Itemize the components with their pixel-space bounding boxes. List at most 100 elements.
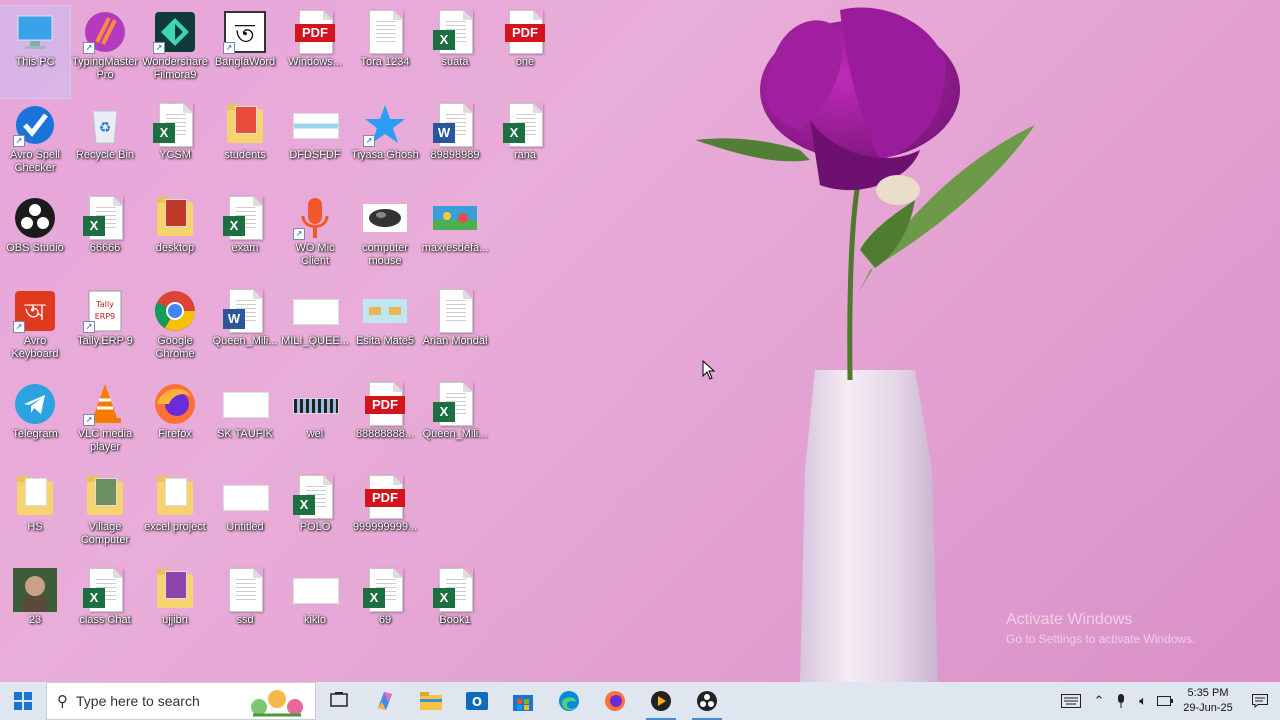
shortcut-arrow-icon: ↗ — [363, 135, 375, 147]
speaker-icon[interactable]: 🔈︎ — [1132, 682, 1154, 720]
windows-logo-icon — [14, 692, 32, 710]
taskbar-media-player[interactable] — [638, 682, 684, 720]
folder-icon — [153, 196, 197, 240]
dfdsfdf-file[interactable]: DFDSFDF — [280, 99, 350, 191]
taskbar-copilot[interactable] — [362, 682, 408, 720]
filmora9-shortcut[interactable]: ↗ Wondershare Filmora9 — [140, 6, 210, 98]
class-chat-file[interactable]: X class Chat — [70, 564, 140, 656]
chat-bubble-icon — [1252, 694, 1268, 708]
students-folder[interactable]: students — [210, 99, 280, 191]
queen-mili-excel-file[interactable]: X Queen_Mili... — [420, 378, 490, 470]
task-view-icon — [330, 692, 348, 707]
tally-erp9-shortcut[interactable]: Tally ERP9 ↗ Tally.ERP 9 — [70, 285, 140, 377]
recycle-bin[interactable]: ♻ Recycle Bin — [70, 99, 140, 191]
one-pdf-file[interactable]: PDF one — [490, 6, 560, 98]
task-view-button[interactable] — [316, 682, 362, 720]
village-computer-folder[interactable]: Village Computer — [70, 471, 140, 563]
taskbar-clock[interactable]: 5:35 PM 29-Jun-25 — [1176, 686, 1240, 716]
battery-icon[interactable] — [1154, 682, 1176, 720]
image-thumbnail-icon — [363, 289, 407, 333]
excel-project-folder[interactable]: excel project — [140, 471, 210, 563]
ssd-text-file[interactable]: ssd — [210, 564, 280, 656]
excel-file-icon: X — [223, 196, 267, 240]
excel-file-icon: X — [153, 103, 197, 147]
icon-label: computer mouse — [362, 242, 408, 267]
keyboard-layout-icon[interactable] — [1054, 682, 1088, 720]
desktop[interactable]: This PC ↗ Avro Spell Checker OBS Studio … — [0, 0, 1280, 682]
queen-mili-word-file[interactable]: W Queen_Mili... — [210, 285, 280, 377]
excel-file-icon: X — [83, 568, 127, 612]
folder-icon — [13, 475, 57, 519]
chevron-up-icon[interactable]: ⌃ — [1088, 682, 1110, 720]
windows-pdf-file[interactable]: PDF Windows... — [280, 6, 350, 98]
taskbar-search-box[interactable]: ⚲ Type here to search — [46, 682, 316, 720]
taskbar-file-explorer[interactable] — [408, 682, 454, 720]
sk-taufik-file[interactable]: SK TAUFIK — [210, 378, 280, 470]
excel-69-file[interactable]: X 69 — [350, 564, 420, 656]
typingmaster-pro-shortcut[interactable]: ↗ TypingMaster Pro — [70, 6, 140, 98]
tora-1234-file[interactable]: Tora 1234 — [350, 6, 420, 98]
icon-label: POLO — [299, 521, 331, 533]
ycsm-file[interactable]: X YCSM — [140, 99, 210, 191]
notification-center-button[interactable] — [1240, 682, 1280, 720]
kiklo-file[interactable]: kiklo — [280, 564, 350, 656]
shortcut-arrow-icon: ↗ — [223, 42, 235, 54]
this-pc-shortcut[interactable]: This PC — [0, 5, 71, 99]
word-89898989-file[interactable]: W 89898989 — [420, 99, 490, 191]
icon-label: rana — [513, 149, 537, 161]
icon-label: YCSM — [159, 149, 191, 161]
taskbar-firefox[interactable] — [592, 682, 638, 720]
maxresdefault-file[interactable]: maxresdefa... — [420, 192, 490, 284]
pdf-88888888-file[interactable]: PDF 88888888... — [350, 378, 420, 470]
desktop-folder[interactable]: desktop — [140, 192, 210, 284]
photo-thumbnail-icon — [13, 568, 57, 612]
svg-text:ERP9: ERP9 — [95, 312, 116, 321]
exam-file[interactable]: X exam — [210, 192, 280, 284]
icon-label: DFDSFDF — [289, 149, 341, 161]
shortcut-arrow-icon: ↗ — [153, 42, 165, 54]
icon-label: 66666 — [89, 242, 121, 254]
banglaword-shortcut[interactable]: ত ↗ BanglaWord — [210, 6, 280, 98]
excel-66666-file[interactable]: X 66666 — [70, 192, 140, 284]
avro-spell-checker-shortcut[interactable]: ↗ Avro Spell Checker — [0, 99, 70, 191]
icon-label: OBS Studio — [6, 242, 64, 254]
text-file-icon — [363, 10, 407, 54]
vlc-shortcut[interactable]: ↗ VLC media player — [70, 378, 140, 470]
wo-mic-client-shortcut[interactable]: ↗ WO Mic Client — [280, 192, 350, 284]
polo-file[interactable]: X POLO — [280, 471, 350, 563]
taskbar-obs-studio[interactable] — [684, 682, 730, 720]
pdf-file-icon: PDF — [503, 10, 547, 54]
text-file-icon — [223, 568, 267, 612]
tiyasa-ghosh-shortcut[interactable]: ↗ Tiyasa Ghosh — [350, 99, 420, 191]
icon-label: WO Mic Client — [295, 242, 335, 267]
untitled-file[interactable]: Untitled — [210, 471, 280, 563]
obs-studio-shortcut[interactable]: OBS Studio — [0, 192, 70, 284]
esita-mate5-file[interactable]: Esita Mate5 — [350, 285, 420, 377]
pdf-file-icon: PDF — [293, 10, 337, 54]
google-chrome-shortcut[interactable]: Google Chrome — [140, 285, 210, 377]
firefox-shortcut[interactable]: Firefox — [140, 378, 210, 470]
mili-quee-file[interactable]: MILI_QUEE... — [280, 285, 350, 377]
computer-mouse-file[interactable]: computer mouse — [350, 192, 420, 284]
taskbar-outlook[interactable]: O — [454, 682, 500, 720]
icon-label: 69 — [378, 614, 392, 626]
avro-keyboard-shortcut[interactable]: অ ↗ Avro Keyboard — [0, 285, 70, 377]
taskbar-microsoft-store[interactable] — [500, 682, 546, 720]
arian-mondal-text-file[interactable]: Arian Mondal — [420, 285, 490, 377]
suata-file[interactable]: X suata — [420, 6, 490, 98]
book1-file[interactable]: X Book1 — [420, 564, 490, 656]
icon-label: Avro Spell Checker — [10, 149, 60, 174]
pdf-999999999-file[interactable]: PDF 999999999... — [350, 471, 420, 563]
wallpaper-flower-vase — [695, 7, 1035, 682]
photo-23-file[interactable]: 23 — [0, 564, 70, 656]
excel-file-icon: X — [433, 382, 477, 426]
microphone-icon[interactable] — [1110, 682, 1132, 720]
telegram-shortcut[interactable]: Telegram — [0, 378, 70, 470]
rana-file[interactable]: X rana — [490, 99, 560, 191]
ujjibn-folder[interactable]: ujjibn — [140, 564, 210, 656]
wel-file[interactable]: wel — [280, 378, 350, 470]
taskbar-edge[interactable] — [546, 682, 592, 720]
start-button[interactable] — [0, 682, 46, 720]
hs-folder[interactable]: HS — [0, 471, 70, 563]
search-placeholder: Type here to search — [76, 693, 200, 709]
